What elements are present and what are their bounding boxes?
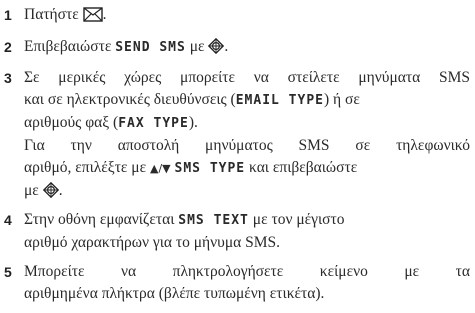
instruction-page: 1 Πατήστε . 2 Επιβεβαιώστε SEND SMS με .	[0, 0, 475, 313]
step-number: 5	[4, 264, 12, 280]
step-text: Μπορείτε να πληκτρολογήσετε κείμενο με τ…	[24, 263, 470, 302]
step-text: Πατήστε .	[24, 4, 470, 29]
arrow-keys-icon: ▲/▼	[150, 162, 171, 175]
step-number: 4	[4, 212, 12, 228]
ok-nav-key-icon	[42, 181, 59, 205]
lcd-text: SMS TEXT	[178, 213, 249, 228]
step-text: Επιβεβαιώστε SEND SMS με .	[24, 36, 470, 61]
step-number: 3	[4, 70, 12, 86]
lcd-text: EMAIL TYPE	[235, 93, 324, 108]
lcd-text: SMS TYPE	[174, 161, 246, 176]
envelope-icon	[82, 7, 103, 29]
step-number: 2	[4, 39, 12, 55]
step-text: Στην οθόνη εμφανίζεται SMS TEXT με τον μ…	[24, 211, 345, 251]
step-text: Σε μερικές χώρες μπορείτε να στείλετε μη…	[24, 67, 470, 205]
step-number: 1	[4, 7, 12, 23]
ok-nav-key-icon	[208, 37, 225, 61]
lcd-text: FAX TYPE	[118, 116, 189, 131]
lcd-text: SEND SMS	[115, 40, 186, 55]
